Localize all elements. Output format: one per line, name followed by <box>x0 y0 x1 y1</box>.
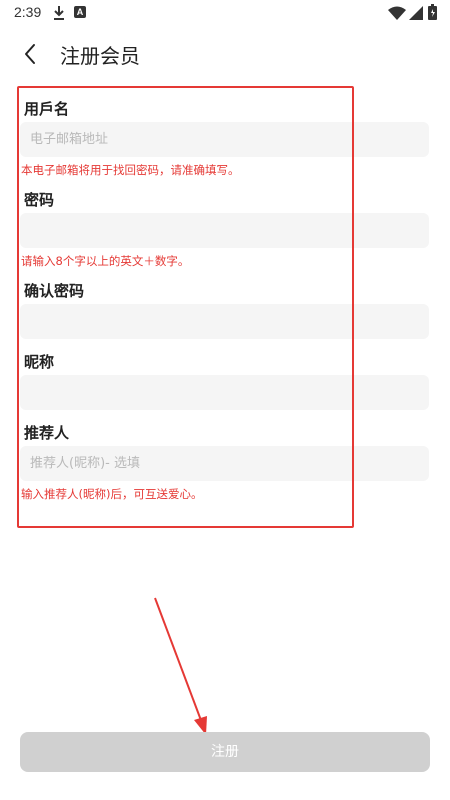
battery-icon <box>428 4 437 20</box>
confirm-password-label: 确认密码 <box>24 282 85 300</box>
confirm-password-input[interactable] <box>20 304 429 339</box>
username-hint: 本电子邮箱将用于找回密码，请准确填写。 <box>21 163 240 177</box>
status-bar: 2:39 A <box>0 0 450 26</box>
wifi-icon <box>388 6 406 20</box>
download-icon <box>54 6 64 20</box>
back-button[interactable] <box>16 38 48 70</box>
username-input[interactable] <box>20 122 429 157</box>
nickname-input[interactable] <box>20 375 429 410</box>
a-app-icon: A <box>74 6 86 18</box>
page-title: 注册会员 <box>60 44 140 68</box>
status-time: 2:39 <box>14 4 42 20</box>
signal-icon <box>409 6 423 20</box>
chevron-left-icon <box>25 44 35 64</box>
referrer-label: 推荐人 <box>24 424 70 442</box>
password-hint: 请输入8个字以上的英文＋数字。 <box>21 254 190 268</box>
referrer-input[interactable] <box>20 446 429 481</box>
header: 注册会员 <box>0 32 450 76</box>
referrer-hint: 输入推荐人(昵称)后，可互送爱心。 <box>21 487 203 501</box>
password-label: 密码 <box>24 191 55 209</box>
register-button[interactable]: 注册 <box>20 732 430 772</box>
password-input[interactable] <box>20 213 429 248</box>
username-label: 用戶名 <box>24 100 70 118</box>
nickname-label: 昵称 <box>24 353 55 371</box>
